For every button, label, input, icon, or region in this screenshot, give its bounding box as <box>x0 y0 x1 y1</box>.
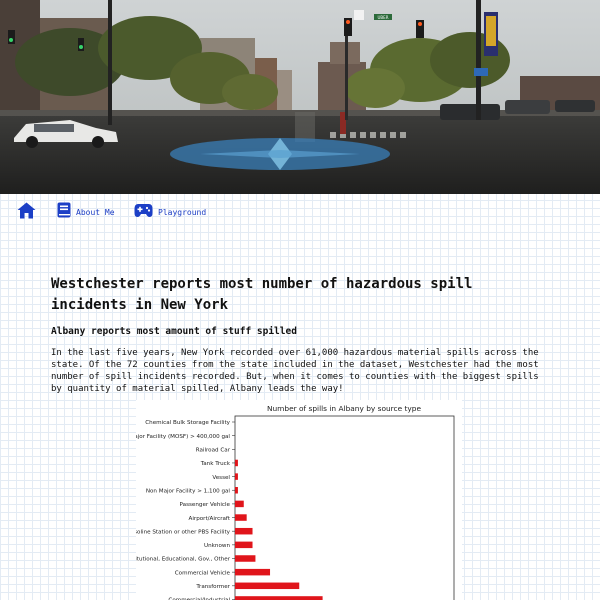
bar <box>235 568 271 576</box>
bar <box>235 596 323 600</box>
y-tick-label: Airport/Aircraft <box>189 516 231 522</box>
top-navigation: About Me Playground <box>0 194 600 230</box>
bar <box>235 527 253 535</box>
y-tick-label: Commercial Vehicle <box>175 570 231 576</box>
y-tick-label: Non Major Facility > 1,100 gal <box>146 488 231 494</box>
bar <box>235 473 238 480</box>
nav-about-me-link[interactable]: About Me <box>57 202 115 222</box>
book-icon <box>57 202 71 222</box>
article-paragraph: In the last five years, New York recorde… <box>51 348 539 394</box>
nav-playground-link[interactable]: Playground <box>134 203 206 221</box>
article-title: Westchester reports most number of hazar… <box>51 276 473 313</box>
y-tick-label: Unknown <box>204 543 230 549</box>
nav-home-link[interactable] <box>17 202 41 223</box>
y-tick-label: Gasoline Station or other PBS Facility <box>136 529 231 535</box>
bar <box>235 541 253 549</box>
y-tick-label: Major Facility (MOSF) > 400,000 gal <box>136 434 230 440</box>
bar <box>235 487 238 494</box>
chart-title: Number of spills in Albany by source typ… <box>267 404 422 413</box>
home-icon <box>17 202 36 223</box>
bar <box>235 582 300 590</box>
article-subtitle: Albany reports most amount of stuff spil… <box>51 326 297 337</box>
bar <box>235 459 238 467</box>
y-tick-label: Tank Truck <box>200 461 231 467</box>
bar <box>235 500 244 508</box>
article: Westchester reports most number of hazar… <box>51 274 551 394</box>
y-tick-label: Chemical Bulk Storage Facility <box>145 420 230 426</box>
bar <box>235 514 247 521</box>
gamepad-icon <box>134 203 153 222</box>
y-tick-label: Transformer <box>195 584 230 590</box>
y-tick-label: Institutional, Educational, Gov., Other <box>136 557 231 563</box>
nav-about-me-label: About Me <box>76 207 115 217</box>
hero-street-photo: UBER <box>0 0 600 194</box>
bar <box>235 555 256 562</box>
nav-playground-label: Playground <box>158 207 207 217</box>
street-sign-text: UBER <box>378 15 389 20</box>
y-tick-label: Railroad Car <box>196 448 231 454</box>
y-tick-label: Passenger Vehicle <box>180 502 231 508</box>
spills-bar-chart: Number of spills in Albany by source typ… <box>136 400 462 600</box>
y-tick-label: Vessel <box>212 475 230 481</box>
